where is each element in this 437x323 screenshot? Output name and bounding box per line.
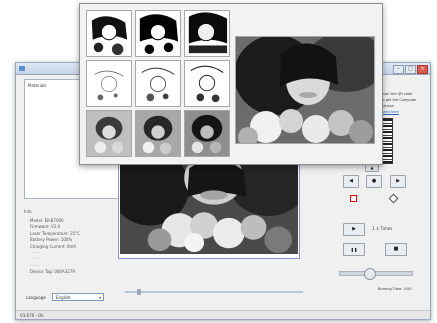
language-row: Language English ▾ — [24, 293, 118, 302]
filter-thumbnail[interactable] — [184, 10, 230, 57]
app-icon — [19, 66, 25, 71]
burning-time-label: Burning Time: 0:00 — [378, 287, 412, 291]
move-right-button[interactable]: ▶ — [390, 175, 406, 188]
minimize-button[interactable]: – — [393, 65, 404, 74]
filter-thumbnail[interactable] — [86, 60, 132, 107]
preview-slider-thumb[interactable] — [137, 289, 141, 295]
info-device-tag: Device Tag: 000A3279 — [30, 269, 75, 275]
play-button[interactable]: ▶ — [343, 223, 365, 236]
materials-list-label: Materials — [28, 83, 47, 88]
chevron-down-icon: ▾ — [98, 295, 101, 300]
pause-button[interactable]: ❚❚ — [343, 243, 365, 256]
filter-thumbnail[interactable] — [135, 110, 181, 157]
status-text: V3.676 - Ok — [20, 313, 44, 318]
image-processing-dialog — [79, 3, 383, 165]
filter-thumbnail[interactable] — [135, 10, 181, 57]
preview-slider[interactable] — [125, 289, 303, 295]
processed-image-preview — [235, 36, 375, 144]
move-left-button[interactable]: ◀ — [343, 175, 359, 188]
chevron-up-down-icon: ⇕ — [375, 226, 380, 231]
qr-info-link[interactable]: Read here — [381, 110, 399, 114]
center-button[interactable]: ● — [366, 175, 382, 188]
device-info: Info Model: EK-B7000 Firmware: V2.0 Lase… — [24, 209, 118, 276]
filter-thumbnail[interactable] — [184, 60, 230, 107]
filter-thumbnail[interactable] — [184, 110, 230, 157]
status-bar: V3.676 - Ok — [16, 310, 430, 319]
filter-thumbnail[interactable] — [86, 10, 132, 57]
close-button[interactable]: × — [417, 65, 428, 74]
power-slider-thumb[interactable] — [364, 268, 376, 280]
language-select[interactable]: English ▾ — [52, 293, 104, 301]
times-label: Times — [380, 226, 393, 231]
preview-image — [120, 159, 298, 254]
power-slider[interactable] — [339, 268, 413, 280]
qr-info-line-2: to get the Computer — [381, 98, 417, 102]
maximize-button[interactable]: □ — [405, 65, 416, 74]
filter-thumbnail-grid — [86, 10, 232, 158]
preview-canvas[interactable] — [118, 157, 300, 259]
window-buttons: – □ × — [393, 65, 428, 74]
times-stepper[interactable]: 1 ⇕ Times — [372, 226, 392, 231]
qr-info-line-1: Scan the QR code — [381, 92, 413, 96]
device-info-label: Info — [24, 209, 32, 214]
language-label: Language — [26, 295, 46, 300]
red-frame-icon[interactable] — [350, 195, 357, 202]
stop-button[interactable]: ■ — [385, 243, 407, 256]
filter-thumbnail[interactable] — [86, 110, 132, 157]
times-value: 1 — [372, 226, 375, 231]
filter-thumbnail[interactable] — [135, 60, 181, 107]
language-value: English — [56, 295, 71, 300]
